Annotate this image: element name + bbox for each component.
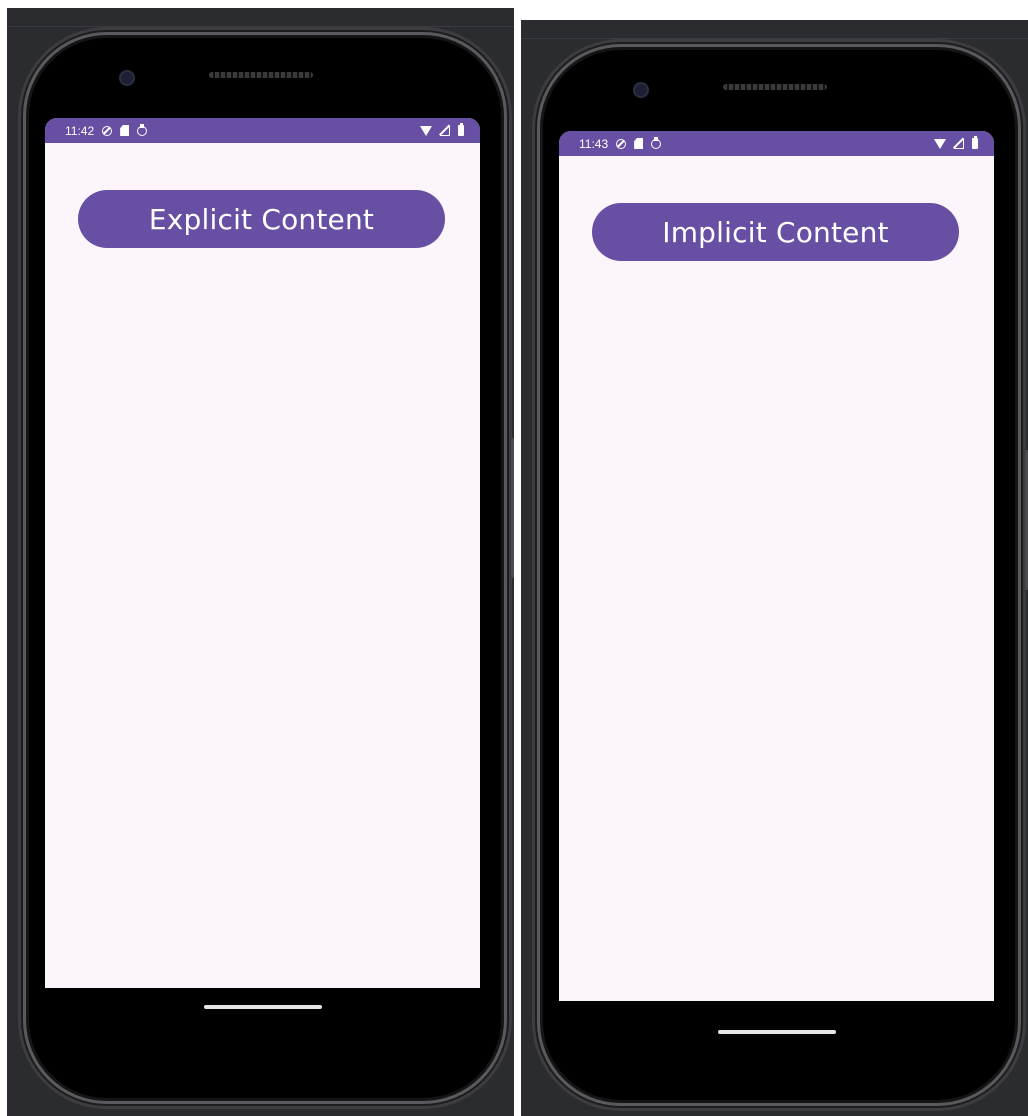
alarm-icon	[616, 138, 627, 149]
phone-frame: 11:42 Explicit Content	[29, 38, 514, 1098]
emulator-panel-right: 11:43 Implicit Content	[521, 20, 1028, 1116]
implicit-content-button[interactable]: Implicit Content	[592, 203, 959, 261]
device-screen: 11:42 Explicit Content	[45, 118, 480, 988]
cell-signal-icon	[954, 138, 964, 149]
status-time: 11:42	[65, 123, 95, 138]
device-screen: 11:43 Implicit Content	[559, 131, 994, 1001]
sim-card-icon	[634, 138, 644, 149]
wifi-icon	[420, 125, 432, 136]
status-bar: 11:42	[45, 118, 480, 143]
phone-frame: 11:43 Implicit Content	[543, 50, 1028, 1100]
front-camera	[633, 82, 649, 98]
battery-icon	[972, 136, 978, 149]
sync-icon	[137, 123, 148, 136]
explicit-content-button[interactable]: Explicit Content	[78, 190, 445, 248]
gesture-nav-handle[interactable]	[718, 1030, 836, 1034]
earpiece-speaker	[723, 84, 827, 90]
status-time: 11:43	[579, 136, 609, 151]
sim-card-icon	[120, 125, 130, 136]
emulator-panel-left: 11:42 Explicit Content	[7, 8, 514, 1116]
earpiece-speaker	[209, 72, 313, 78]
status-bar: 11:43	[559, 131, 994, 156]
alarm-icon	[102, 125, 113, 136]
cell-signal-icon	[440, 125, 450, 136]
gesture-nav-handle[interactable]	[204, 1005, 322, 1009]
battery-icon	[458, 123, 464, 136]
sync-icon	[651, 136, 662, 149]
wifi-icon	[934, 138, 946, 149]
volume-button	[511, 438, 514, 578]
front-camera	[119, 70, 135, 86]
